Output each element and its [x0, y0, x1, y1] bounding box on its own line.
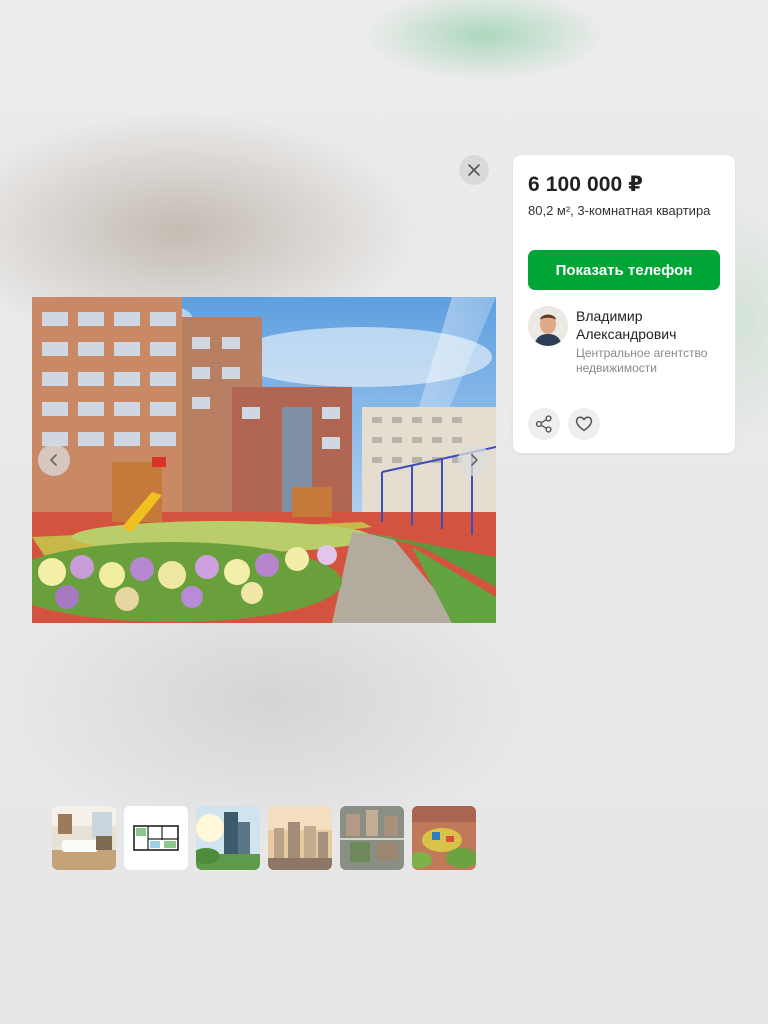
- thumbnail-city-skyline[interactable]: [268, 806, 332, 870]
- favorite-button[interactable]: [568, 408, 600, 440]
- listing-card: 6 100 000 ₽ 80,2 м², 3-комнатная квартир…: [513, 155, 735, 453]
- close-icon: [468, 164, 480, 176]
- thumbnail-aerial-district[interactable]: [340, 806, 404, 870]
- agent-company[interactable]: Центральное агентство недвижимости: [576, 346, 716, 376]
- previous-photo-button[interactable]: [38, 444, 70, 476]
- share-button[interactable]: [528, 408, 560, 440]
- agent-name[interactable]: Владимир Александрович: [576, 307, 716, 343]
- show-phone-button[interactable]: Показать телефон: [528, 250, 720, 290]
- heart-icon: [575, 416, 593, 432]
- close-button[interactable]: [459, 155, 489, 185]
- avatar[interactable]: [528, 306, 568, 346]
- chevron-left-icon: [50, 454, 57, 466]
- main-photo[interactable]: [32, 297, 496, 623]
- thumbnail-floor-plan[interactable]: [124, 806, 188, 870]
- thumbnail-tower-exterior[interactable]: [196, 806, 260, 870]
- next-photo-button[interactable]: [458, 444, 490, 476]
- agent-photo-icon: [528, 306, 568, 346]
- chevron-right-icon: [471, 454, 478, 466]
- thumbnail-aerial-playground[interactable]: [412, 806, 476, 870]
- listing-description: 80,2 м², 3-комнатная квартира: [528, 203, 711, 218]
- thumbnail-interior-living-room[interactable]: [52, 806, 116, 870]
- share-icon: [535, 415, 552, 433]
- listing-price: 6 100 000 ₽: [528, 173, 643, 196]
